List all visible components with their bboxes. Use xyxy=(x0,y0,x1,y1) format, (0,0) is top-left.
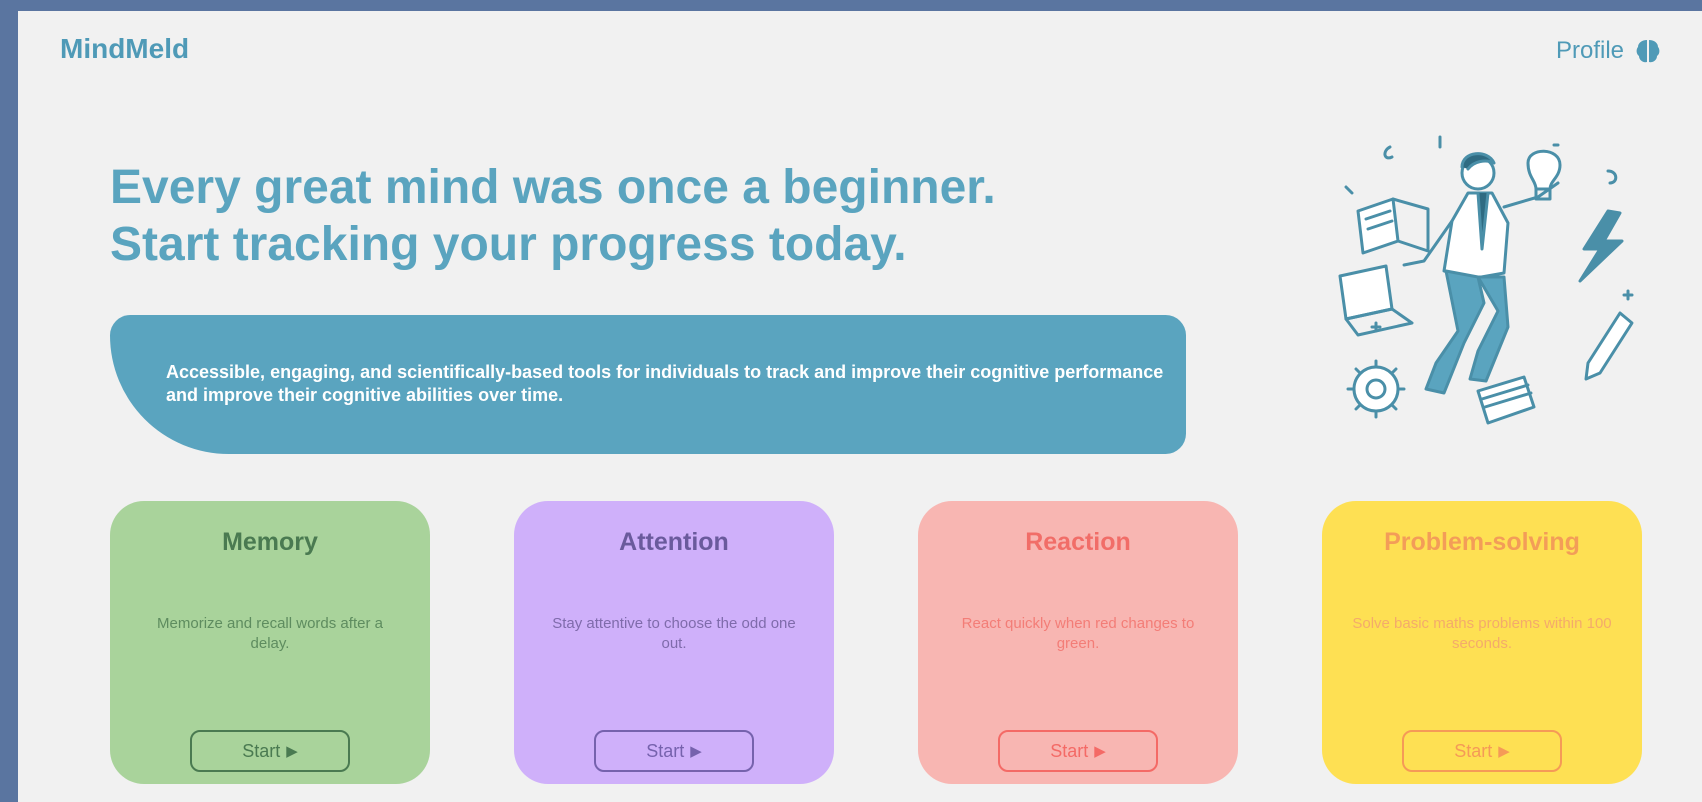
person-floating-with-study-items-illustration xyxy=(1338,135,1634,425)
profile-label: Profile xyxy=(1555,37,1624,64)
start-button-label: Start xyxy=(1050,740,1089,761)
page: MindMeld Profile Every great mind was on… xyxy=(18,11,1702,802)
play-icon: ▶ xyxy=(286,743,298,760)
attention-card: Attention Stay attentive to choose the o… xyxy=(514,501,834,784)
start-button-label: Start xyxy=(242,740,281,761)
profile-link[interactable]: Profile xyxy=(1556,37,1662,65)
memory-card: Memory Memorize and recall words after a… xyxy=(110,501,430,784)
card-description: React quickly when red changes to green. xyxy=(961,615,1195,652)
play-icon: ▶ xyxy=(690,743,702,760)
brain-icon xyxy=(1636,40,1660,63)
start-button-label: Start xyxy=(1454,740,1493,761)
attention-start-button[interactable]: Start ▶ xyxy=(594,730,754,772)
play-icon: ▶ xyxy=(1498,743,1510,760)
card-title: Problem-solving xyxy=(1384,528,1580,556)
card-title: Attention xyxy=(619,528,729,556)
hero-headline: Every great mind was once a beginner. St… xyxy=(110,159,996,273)
memory-start-button[interactable]: Start ▶ xyxy=(190,730,350,772)
card-description: Solve basic maths problems within 100 se… xyxy=(1352,615,1612,652)
card-title: Memory xyxy=(222,528,318,556)
card-title: Reaction xyxy=(1025,528,1131,556)
app-logo[interactable]: MindMeld xyxy=(60,33,189,65)
problem-solving-card: Problem-solving Solve basic maths proble… xyxy=(1322,501,1642,784)
hero-banner: Accessible, engaging, and scientifically… xyxy=(110,315,1186,454)
reaction-start-button[interactable]: Start ▶ xyxy=(998,730,1158,772)
play-icon: ▶ xyxy=(1094,743,1106,760)
card-description: Stay attentive to choose the odd one out… xyxy=(552,615,796,652)
card-description: Memorize and recall words after a delay. xyxy=(157,615,383,652)
start-button-label: Start xyxy=(646,740,685,761)
banner-text: Accessible, engaging, and scientifically… xyxy=(166,362,1164,405)
headline-line-2: Start tracking your progress today. xyxy=(110,218,907,271)
reaction-card: Reaction React quickly when red changes … xyxy=(918,501,1238,784)
headline-line-1: Every great mind was once a beginner. xyxy=(110,161,996,214)
problem-solving-start-button[interactable]: Start ▶ xyxy=(1402,730,1562,772)
